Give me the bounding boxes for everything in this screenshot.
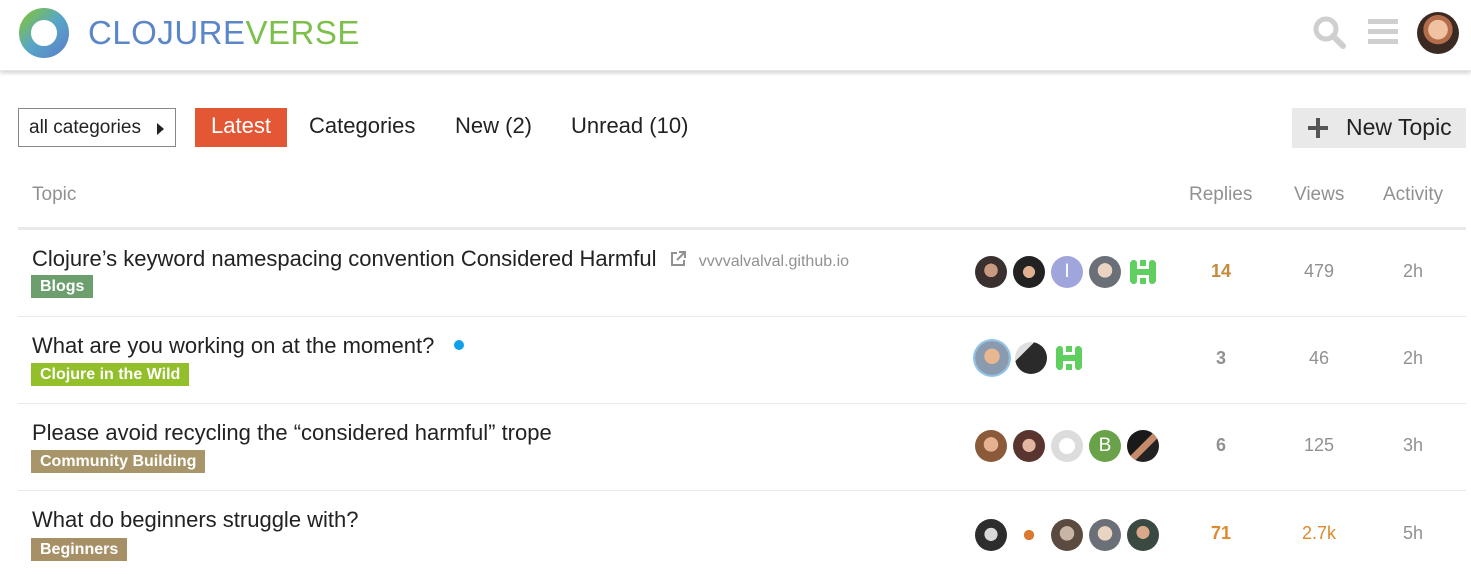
category-badge[interactable]: Community Building	[31, 450, 206, 473]
category-badge[interactable]: Beginners	[31, 538, 128, 561]
views-count: 46	[1308, 348, 1330, 368]
site-logo-text[interactable]: CLOJUREVERSE	[88, 14, 360, 52]
avatar[interactable]	[1051, 519, 1083, 551]
topic-row: Please avoid recycling the “considered h…	[18, 404, 1466, 491]
tab-unread[interactable]: Unread (10)	[571, 108, 688, 147]
topic-title-link[interactable]: What are you working on at the moment?	[32, 333, 434, 358]
unread-indicator	[454, 340, 465, 350]
topic-title-row: What do beginners struggle with?	[32, 507, 359, 533]
logo-ring-icon[interactable]	[19, 8, 69, 58]
category-dropdown-label: all categories	[29, 117, 141, 138]
avatar[interactable]	[1015, 342, 1047, 374]
replies-count[interactable]: 71	[1181, 523, 1261, 544]
avatar[interactable]	[1089, 256, 1121, 288]
views-count: 2.7k	[1301, 523, 1337, 543]
column-header-activity[interactable]: Activity	[1383, 184, 1443, 206]
avatar[interactable]	[1127, 519, 1159, 551]
avatar[interactable]	[1051, 430, 1083, 462]
column-header-views[interactable]: Views	[1294, 184, 1344, 206]
caret-right-icon	[157, 123, 164, 135]
site-header: CLOJUREVERSE	[0, 0, 1471, 71]
search-icon[interactable]	[1311, 14, 1347, 50]
topic-link-domain[interactable]: vvvvalvalval.github.io	[699, 253, 849, 270]
views-count: 479	[1303, 261, 1335, 281]
replies-count[interactable]: 14	[1181, 261, 1261, 282]
avatar[interactable]	[975, 519, 1007, 551]
activity-time[interactable]: 2h	[1373, 261, 1453, 282]
external-link-icon	[670, 251, 686, 266]
category-dropdown[interactable]: all categories	[18, 108, 176, 147]
avatar[interactable]	[1127, 430, 1159, 462]
topic-title-row: Please avoid recycling the “considered h…	[32, 420, 552, 446]
avatar[interactable]	[975, 430, 1007, 462]
user-avatar[interactable]	[1417, 12, 1459, 54]
avatar-letter-b[interactable]: B	[1089, 430, 1121, 462]
new-topic-button[interactable]: New Topic	[1292, 108, 1466, 148]
avatar[interactable]	[1089, 519, 1121, 551]
tab-latest[interactable]: Latest	[195, 108, 287, 147]
topic-title-link[interactable]: Clojure’s keyword namespacing convention…	[32, 246, 656, 271]
logo-text-clojure: CLOJURE	[88, 14, 246, 51]
logo-text-verse: VERSE	[245, 14, 360, 51]
avatar-latest-poster[interactable]	[975, 341, 1009, 375]
avatar[interactable]	[1013, 430, 1045, 462]
topic-row: What do beginners struggle with? Beginne…	[18, 491, 1466, 578]
avatar-letter-i[interactable]: I	[1051, 256, 1083, 288]
plus-icon	[1308, 118, 1328, 138]
category-badge[interactable]: Clojure in the Wild	[31, 363, 190, 386]
category-badge[interactable]: Blogs	[31, 275, 94, 298]
column-header-topic[interactable]: Topic	[32, 184, 76, 206]
views-count: 125	[1303, 435, 1335, 455]
hamburger-menu-icon[interactable]	[1366, 14, 1400, 48]
topic-title-link[interactable]: What do beginners struggle with?	[32, 507, 359, 532]
topic-title-row: What are you working on at the moment?	[32, 333, 465, 359]
activity-time[interactable]: 3h	[1373, 435, 1453, 456]
column-header-replies[interactable]: Replies	[1189, 184, 1252, 206]
replies-count[interactable]: 3	[1181, 348, 1261, 369]
activity-time[interactable]: 5h	[1373, 523, 1453, 544]
avatar-identicon[interactable]	[1127, 256, 1159, 288]
avatar[interactable]	[975, 256, 1007, 288]
replies-count[interactable]: 6	[1181, 435, 1261, 456]
topic-title-row: Clojure’s keyword namespacing convention…	[32, 246, 849, 272]
topic-title-link[interactable]: Please avoid recycling the “considered h…	[32, 420, 552, 445]
tab-new[interactable]: New (2)	[455, 108, 532, 147]
topic-row: Clojure’s keyword namespacing convention…	[18, 230, 1466, 317]
topic-row: What are you working on at the moment? C…	[18, 317, 1466, 404]
tab-categories[interactable]: Categories	[309, 108, 415, 147]
activity-time[interactable]: 2h	[1373, 348, 1453, 369]
avatar[interactable]	[1013, 519, 1045, 551]
avatar[interactable]	[1013, 256, 1045, 288]
new-topic-label: New Topic	[1346, 114, 1452, 140]
avatar-identicon[interactable]	[1053, 342, 1085, 374]
